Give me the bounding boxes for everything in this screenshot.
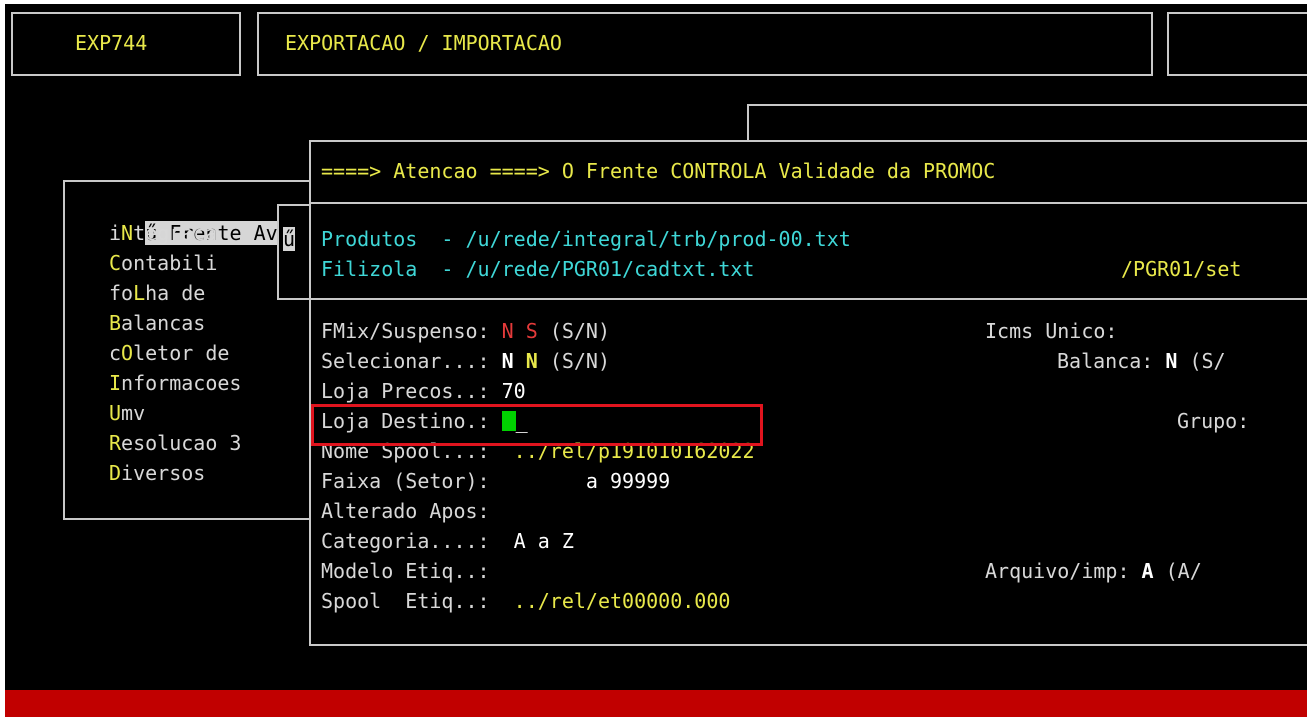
selecionar-field-2[interactable]: N	[526, 349, 538, 373]
menu-item-contabilidade[interactable]: Contabili	[109, 248, 217, 278]
warning-message: ====> Atencao ====> O Frente CONTROLA Va…	[321, 159, 996, 183]
menu-item-diversos[interactable]: Diversos	[109, 458, 205, 488]
menu-item-integracao[interactable]: iNtegraca	[109, 218, 217, 248]
arquivo-field[interactable]: A	[1142, 559, 1154, 583]
menu-item-coletor[interactable]: cOletor de	[109, 338, 229, 368]
selecionar-row: Selecionar...: N N (S/N)	[321, 349, 611, 373]
filizola-path: Filizola - /u/rede/PGR01/cadtxt.txt	[321, 257, 755, 281]
grupo-label: Grupo:	[1177, 409, 1250, 433]
program-code: EXP744	[75, 31, 148, 55]
categoria-row: Categoria....: A a Z	[321, 529, 574, 553]
submenu-marker[interactable]: ű	[283, 224, 296, 254]
status-bar	[5, 690, 1307, 717]
background-frame	[747, 104, 1307, 144]
arquivo-row: Arquivo/imp: A (A/	[985, 559, 1202, 583]
icms-label: Icms Unico:	[985, 319, 1118, 343]
menu-item-balancas[interactable]: Balancas	[109, 308, 205, 338]
balanca-row: Balanca: N (S/	[1057, 349, 1226, 373]
highlight-annotation	[311, 404, 763, 446]
dialog-separator-1	[309, 202, 1307, 204]
spool-etiq-row: Spool Etiq..: ../rel/et00000.000	[321, 589, 731, 613]
program-code-box: EXP744	[11, 12, 241, 76]
terminal-screen: EXP744 EXPORTACAO / IMPORTACAO ű Frente …	[5, 4, 1307, 717]
produtos-path: Produtos - /u/rede/integral/trb/prod-00.…	[321, 227, 851, 251]
menu-item-umv[interactable]: Umv	[109, 398, 145, 428]
menu-item-informacoes[interactable]: Informacoes	[109, 368, 241, 398]
program-title: EXPORTACAO / IMPORTACAO	[285, 31, 562, 55]
fmix-field-2[interactable]: S	[526, 319, 538, 343]
spool-etiq-field[interactable]: ../rel/et00000.000	[514, 589, 731, 613]
categoria-field[interactable]: A a Z	[514, 529, 574, 553]
menu-item-folha[interactable]: foLha de	[109, 278, 205, 308]
fmix-field-1[interactable]: N	[502, 319, 514, 343]
modelo-row: Modelo Etiq..:	[321, 559, 490, 583]
faixa-field[interactable]: a 99999	[586, 469, 670, 493]
header-right-box	[1167, 12, 1307, 76]
balanca-field[interactable]: N	[1165, 349, 1177, 373]
faixa-row: Faixa (Setor): a 99999	[321, 469, 671, 493]
loja-precos-field[interactable]: 70	[502, 379, 526, 403]
filizola-path-right: /PGR01/set	[1121, 257, 1242, 281]
alterado-row: Alterado Apos:	[321, 499, 490, 523]
selecionar-field-1[interactable]: N	[502, 349, 514, 373]
fmix-row: FMix/Suspenso: N S (S/N)	[321, 319, 611, 343]
dialog-separator-2	[309, 298, 1307, 300]
menu-item-resolucao[interactable]: Resolucao 3	[109, 428, 241, 458]
program-title-box: EXPORTACAO / IMPORTACAO	[257, 12, 1153, 76]
loja-precos-row: Loja Precos..: 70	[321, 379, 526, 403]
